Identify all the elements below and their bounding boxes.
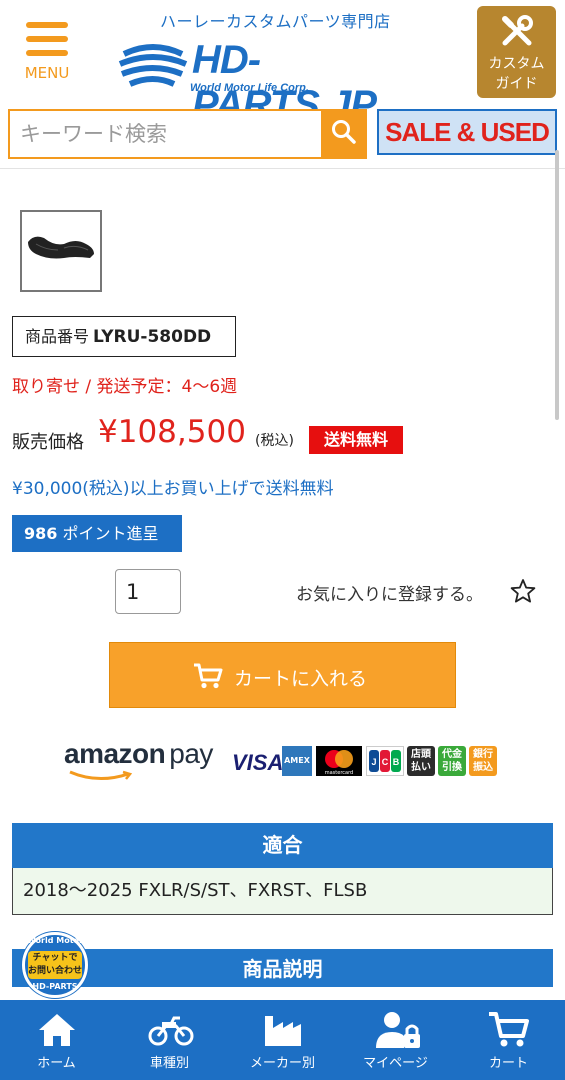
- site-logo[interactable]: HD-PARTS.JP World Motor Life Corp.: [118, 38, 438, 127]
- price-label: 販売価格: [12, 432, 84, 453]
- sku-label: 商品番号: [25, 327, 90, 346]
- motorcycle-icon: [148, 1016, 194, 1046]
- menu-button[interactable]: MENU: [22, 22, 72, 84]
- compat-models: 2018～2025 FXLR/S/ST、FXRST、FLSB: [12, 868, 553, 915]
- custom-guide-button[interactable]: カスタム ガイド: [477, 6, 556, 98]
- mastercard-circles-icon: mastercard: [325, 750, 353, 776]
- store-pay-badge: 店頭 払い: [407, 746, 435, 776]
- nav-home-label: ホーム: [37, 1056, 76, 1071]
- nav-cart-label: カート: [488, 1056, 528, 1071]
- search-input[interactable]: [10, 111, 320, 157]
- header-divider: [0, 168, 565, 169]
- amex-logo: AMEX: [282, 746, 312, 776]
- menu-label: MENU: [24, 64, 70, 82]
- chat-label: チャットで お問い合わせ: [28, 951, 82, 979]
- cod-badge: 代金 引換: [438, 746, 466, 776]
- guide-label-line1: カスタム: [488, 56, 545, 72]
- points-badge: 986 ポイント進呈: [12, 515, 182, 552]
- nav-by-maker[interactable]: メーカー別: [226, 1000, 339, 1080]
- tools-icon: [502, 15, 533, 46]
- sku-box: 商品番号 LYRU-580DD: [12, 316, 236, 357]
- bank-transfer-badge: 銀行 振込: [469, 746, 497, 776]
- nav-mypage-label: マイページ: [363, 1056, 428, 1071]
- search-box: [8, 109, 367, 159]
- hamburger-icon-bar: [26, 36, 68, 42]
- payment-methods: amazon pay VISA AMEX mastercard J C B 店頭 …: [64, 738, 504, 784]
- add-to-cart-label: カートに入れる: [234, 668, 368, 690]
- sale-used-label: SALE & USED: [385, 117, 550, 147]
- svg-text:C: C: [382, 757, 389, 767]
- description-heading: 商品説明: [12, 949, 553, 987]
- factory-icon: [265, 1016, 301, 1046]
- hamburger-icon: [26, 22, 68, 28]
- nav-home[interactable]: ホーム: [0, 1000, 113, 1080]
- sku-value: LYRU-580DD: [93, 327, 212, 347]
- store-pay-line1: 店頭: [411, 749, 431, 760]
- amazon-text: amazon: [64, 738, 166, 769]
- chat-ring-bottom: HD-PARTS: [32, 982, 78, 991]
- quantity-input[interactable]: [115, 569, 181, 614]
- free-shipping-note: ¥30,000(税込)以上お買い上げで送料無料: [12, 479, 334, 499]
- jcb-icon: J C B: [369, 750, 401, 772]
- bottom-nav: ホーム 車種別 メーカー別 マイページ カート: [0, 1000, 565, 1080]
- svg-text:J: J: [371, 757, 376, 767]
- amazon-pay-logo: amazon pay: [64, 738, 213, 770]
- scrollbar[interactable]: [555, 150, 559, 420]
- shipping-schedule: 取り寄せ / 発送予定：4〜6週: [12, 377, 238, 397]
- price-value: ¥108,500: [98, 414, 246, 450]
- cod-line1: 代金: [442, 749, 462, 760]
- logo-subtitle: World Motor Life Corp.: [190, 82, 309, 94]
- product-thumbnail[interactable]: [20, 210, 102, 292]
- svg-text:B: B: [393, 757, 400, 767]
- guide-label-line2: ガイド: [495, 76, 538, 92]
- home-icon: [39, 1014, 75, 1046]
- cod-line2: 引換: [442, 762, 462, 773]
- chat-label-line1: チャットで: [32, 953, 78, 963]
- price-tax-label: (税込): [255, 433, 294, 449]
- points-suffix: ポイント進呈: [57, 524, 159, 543]
- visa-logo: VISA: [232, 750, 284, 775]
- site-tagline: ハーレーカスタムパーツ専門店: [160, 12, 391, 31]
- search-button[interactable]: [321, 109, 367, 159]
- seat-image: [28, 236, 94, 259]
- jcb-logo: J C B: [366, 746, 404, 776]
- nav-mypage[interactable]: マイページ: [339, 1000, 452, 1080]
- cart-icon: [489, 1012, 529, 1047]
- user-lock-icon: [376, 1012, 420, 1048]
- chat-ring-top: World Motor: [27, 936, 83, 945]
- site-header: MENU ハーレーカスタムパーツ専門店 HD-PARTS.JP World Mo…: [0, 0, 565, 127]
- nav-by-model-label: 車種別: [149, 1056, 189, 1071]
- mastercard-logo: mastercard: [316, 746, 362, 776]
- bank-line1: 銀行: [473, 749, 493, 760]
- sale-used-banner[interactable]: SALE & USED: [377, 109, 557, 155]
- free-shipping-badge: 送料無料: [309, 426, 403, 454]
- add-to-cart-button[interactable]: カートに入れる: [109, 642, 456, 708]
- store-pay-line2: 払い: [411, 762, 431, 773]
- chat-label-line2: お問い合わせ: [28, 966, 83, 976]
- amazon-smile-icon: [69, 770, 133, 780]
- pay-text: pay: [169, 738, 213, 769]
- logo-globe-icon: [118, 44, 188, 87]
- nav-cart[interactable]: カート: [452, 1000, 565, 1080]
- compat-heading: 適合: [12, 823, 553, 868]
- points-value: 986: [24, 524, 58, 543]
- chat-contact-button[interactable]: World Motor チャットで お問い合わせ HD-PARTS: [22, 932, 88, 998]
- bank-line2: 振込: [473, 762, 493, 773]
- mastercard-text: mastercard: [325, 770, 353, 776]
- custom-guide-label: カスタム ガイド: [477, 54, 556, 94]
- favorite-label: お気に入りに登録する。: [296, 585, 483, 605]
- nav-by-maker-label: メーカー別: [249, 1056, 315, 1071]
- search-icon: [332, 120, 356, 144]
- hamburger-icon-bar: [26, 50, 68, 56]
- star-icon: [510, 579, 536, 603]
- nav-by-model[interactable]: 車種別: [113, 1000, 226, 1080]
- cart-icon: [194, 663, 223, 689]
